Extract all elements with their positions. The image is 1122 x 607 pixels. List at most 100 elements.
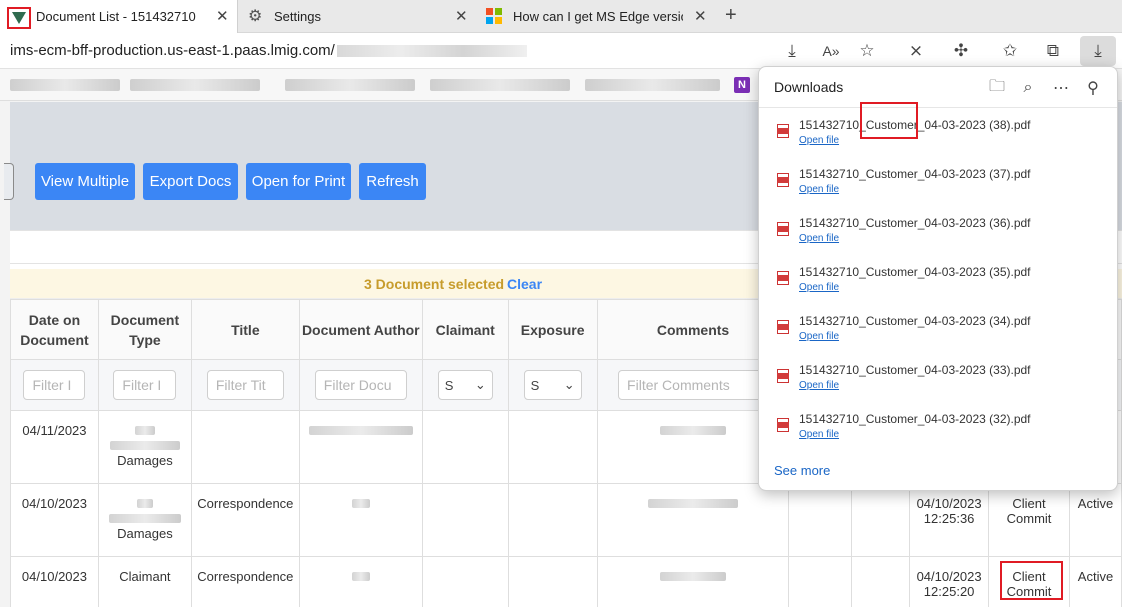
read-aloud-icon[interactable]: A»	[818, 39, 844, 63]
more-options-icon[interactable]: ⋯	[1050, 77, 1072, 99]
filter-comments-input[interactable]: Filter Comments	[618, 370, 769, 400]
filter-type-input[interactable]: Filter I	[113, 370, 177, 400]
column-header-type[interactable]: Document Type	[97, 299, 192, 360]
cell-status: Active	[1068, 483, 1122, 557]
open-file-link[interactable]: Open file	[799, 233, 839, 244]
open-file-link[interactable]: Open file	[799, 380, 839, 391]
download-page-icon[interactable]: ⤓	[779, 39, 805, 63]
download-item[interactable]: 151432710_Customer_04-03-2023 (34).pdf O…	[773, 314, 1103, 354]
filter-claimant-select[interactable]: S ⌄	[437, 370, 493, 400]
download-filename: 151432710_Customer_04-03-2023 (36).pdf	[799, 216, 1031, 230]
downloads-panel: Downloads 🗀 ⌕ ⋯ ⚲ 151432710_Customer_04-…	[758, 66, 1118, 491]
redacted-text	[308, 426, 413, 435]
open-file-link[interactable]: Open file	[799, 282, 839, 293]
favorite-item[interactable]	[10, 79, 120, 91]
cell-claimant	[421, 556, 509, 607]
search-icon[interactable]: ⌕	[1017, 77, 1039, 99]
open-for-print-button[interactable]: Open for Print	[246, 163, 351, 200]
address-bar: ims-ecm-bff-production.us-east-1.paas.lm…	[0, 33, 1122, 69]
table-row[interactable]: 04/10/2023 Claimant Correspondence 04/10…	[10, 556, 1122, 607]
cell-received: 04/10/2023 12:25:36	[909, 483, 990, 557]
filter-exposure-select[interactable]: S ⌄	[523, 370, 582, 400]
favorite-item[interactable]	[585, 79, 720, 91]
column-header-date[interactable]: Date on Document	[10, 299, 99, 360]
chevron-down-icon: ⌄	[474, 377, 486, 392]
pdf-file-icon	[777, 222, 789, 236]
filter-date-input[interactable]: Filter I	[23, 370, 86, 400]
pdf-file-icon	[777, 418, 789, 432]
cell-status: Active	[1068, 556, 1122, 607]
cell-source: Client Commit	[988, 556, 1070, 607]
favorite-item[interactable]	[430, 79, 570, 91]
column-header-claimant[interactable]: Claimant	[421, 299, 509, 360]
filter-title-input[interactable]: Filter Tit	[206, 370, 284, 400]
export-docs-button[interactable]: Export Docs	[143, 163, 238, 200]
folder-icon[interactable]: 🗀	[986, 77, 1008, 99]
select-value: S	[444, 377, 454, 393]
url-text: ims-ecm-bff-production.us-east-1.paas.lm…	[10, 42, 335, 59]
open-file-link[interactable]: Open file	[799, 331, 839, 342]
collections-icon[interactable]: ⧉	[1040, 39, 1066, 63]
tab-document-list[interactable]: Document List - 151432710 ✕	[0, 0, 238, 33]
table-row[interactable]: 04/10/2023 Damages Correspondence 04/10/…	[10, 483, 1122, 557]
tab-edge-version[interactable]: How can I get MS Edge version 1 ✕	[478, 0, 716, 33]
see-more-link[interactable]: See more	[774, 463, 830, 478]
close-tab-icon[interactable]: ✕	[216, 7, 229, 25]
cell-type-value: Damages	[117, 453, 173, 468]
favorites-icon[interactable]: ✩	[997, 39, 1023, 63]
favorite-item[interactable]	[130, 79, 260, 91]
column-header-exposure[interactable]: Exposure	[507, 299, 598, 360]
tracking-prevention-icon[interactable]: ⨯	[903, 39, 929, 63]
open-file-link[interactable]: Open file	[799, 429, 839, 440]
column-header-title[interactable]: Title	[190, 299, 300, 360]
download-filename: 151432710_Customer_04-03-2023 (34).pdf	[799, 314, 1031, 328]
onenote-icon[interactable]: N	[734, 77, 750, 93]
pdf-file-icon	[777, 320, 789, 334]
download-filename: 151432710_Customer_04-03-2023 (38).pdf	[799, 118, 1031, 132]
close-tab-icon[interactable]: ✕	[694, 7, 707, 25]
cell-date: 04/10/2023	[10, 556, 99, 607]
cell-source: Client Commit	[988, 483, 1070, 557]
tab-label: How can I get MS Edge version 1	[513, 9, 683, 24]
open-file-link[interactable]: Open file	[799, 184, 839, 195]
download-item[interactable]: 151432710_Customer_04-03-2023 (36).pdf O…	[773, 216, 1103, 256]
download-item[interactable]: 151432710_Customer_04-03-2023 (37).pdf O…	[773, 167, 1103, 207]
partial-control[interactable]	[4, 163, 14, 200]
cell-exposure	[507, 410, 598, 484]
cell-title: Correspondence	[190, 556, 300, 607]
tab-settings[interactable]: ⚙ Settings ✕	[239, 0, 477, 33]
selection-count: 3 Document selected	[364, 276, 505, 292]
column-header-author[interactable]: Document Author	[298, 299, 423, 360]
add-favorite-icon[interactable]: ☆	[854, 39, 880, 63]
chevron-down-icon: ⌄	[563, 377, 575, 392]
downloads-icon[interactable]: ⤓	[1080, 36, 1116, 66]
divider	[759, 107, 1117, 108]
pdf-file-icon	[777, 271, 789, 285]
download-item[interactable]: 151432710_Customer_04-03-2023 (35).pdf O…	[773, 265, 1103, 305]
clear-selection-link[interactable]: Clear	[507, 276, 542, 292]
download-item[interactable]: 151432710_Customer_04-03-2023 (38).pdf O…	[773, 118, 1103, 158]
cell-type: Claimant	[97, 556, 192, 607]
download-item[interactable]: 151432710_Customer_04-03-2023 (32).pdf O…	[773, 412, 1103, 452]
redacted-text	[134, 426, 155, 435]
favorite-item[interactable]	[285, 79, 415, 91]
tab-label: Settings	[274, 9, 321, 24]
download-filename: 151432710_Customer_04-03-2023 (32).pdf	[799, 412, 1031, 426]
open-file-link[interactable]: Open file	[799, 135, 839, 146]
redacted-text	[136, 499, 153, 508]
url-blurred-path	[336, 45, 527, 58]
view-multiple-button[interactable]: View Multiple	[35, 163, 135, 200]
cell-date: 04/10/2023	[10, 483, 99, 557]
tab-strip: Document List - 151432710 ✕ ⚙ Settings ✕…	[0, 0, 1122, 33]
downloads-title: Downloads	[774, 79, 844, 95]
microsoft-logo-icon	[486, 8, 502, 24]
extensions-icon[interactable]: ✣	[948, 39, 974, 63]
close-tab-icon[interactable]: ✕	[455, 7, 468, 25]
url-field[interactable]: ims-ecm-bff-production.us-east-1.paas.lm…	[10, 42, 527, 59]
download-item[interactable]: 151432710_Customer_04-03-2023 (33).pdf O…	[773, 363, 1103, 403]
pin-icon[interactable]: ⚲	[1082, 77, 1104, 99]
filter-author-input[interactable]: Filter Docu	[314, 370, 407, 400]
cell-type: Damages	[97, 410, 192, 484]
refresh-button[interactable]: Refresh	[359, 163, 426, 200]
new-tab-icon[interactable]: +	[725, 4, 737, 27]
